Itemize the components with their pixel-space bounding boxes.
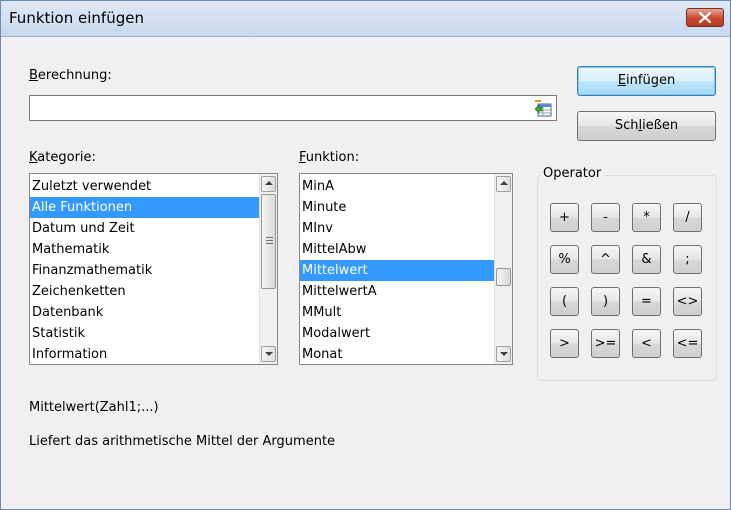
operator-semicolon-button[interactable]: ; [673,245,702,274]
operator-equals-button[interactable]: = [632,287,661,316]
title-bar[interactable]: Funktion einfügen [1,1,730,37]
arrow-down-icon [500,352,508,356]
arrow-up-icon [265,181,273,185]
list-item[interactable]: Finanzmathematik [30,260,259,281]
operator-percent-button[interactable]: % [550,245,579,274]
category-scrollbar[interactable] [259,174,277,364]
arrow-up-icon [500,181,508,185]
list-item[interactable]: Zeichenketten [30,281,259,302]
scroll-thumb[interactable] [261,194,276,289]
scroll-down-button[interactable] [261,346,276,362]
list-item[interactable]: Monat [300,344,494,364]
dialog-title: Funktion einfügen [9,9,144,27]
list-item[interactable]: Mittelwert [300,260,494,281]
operator-plus-button[interactable]: + [550,203,579,232]
category-label: Kategorie: [29,150,96,165]
list-item[interactable]: MinA [300,176,494,197]
operator-divide-button[interactable]: / [673,203,702,232]
dialog-body: Berechnung: Einfügen Schließen Kategorie… [1,37,730,509]
scroll-up-button[interactable] [261,176,276,192]
list-item[interactable]: Information [30,344,259,364]
operator-not-equal-button[interactable]: <> [673,287,702,316]
list-item[interactable]: Modalwert [300,323,494,344]
list-item[interactable]: Datenbank [30,302,259,323]
operator-multiply-button[interactable]: * [632,203,661,232]
calculation-input[interactable] [29,95,557,121]
list-item[interactable]: Alle Funktionen [30,197,259,218]
list-item[interactable]: Mathematik [30,239,259,260]
operator-power-button[interactable]: ^ [591,245,620,274]
list-item[interactable]: Datum und Zeit [30,218,259,239]
operator-concat-button[interactable]: & [632,245,661,274]
function-syntax: Mittelwert(Zahl1;...) [29,400,159,415]
insert-function-dialog: Funktion einfügen Berechnung: Einfügen S… [0,0,731,510]
scroll-thumb[interactable] [496,268,511,286]
arrow-down-icon [265,352,273,356]
calculation-label: Berechnung: [29,68,112,83]
operator-close-paren-button[interactable]: ) [591,287,620,316]
function-label: Funktion: [299,150,360,165]
operator-minus-button[interactable]: - [591,203,620,232]
operator-greater-equal-button[interactable]: >= [591,329,620,358]
function-description: Liefert das arithmetische Mittel der Arg… [29,434,336,449]
list-item[interactable]: Statistik [30,323,259,344]
operator-open-paren-button[interactable]: ( [550,287,579,316]
operator-less-button[interactable]: < [632,329,661,358]
operator-label: Operator [541,166,604,181]
close-icon [699,12,711,23]
function-listbox[interactable]: MinA Minute MInv MittelAbw Mittelwert Mi… [299,173,513,365]
list-item[interactable]: MittelAbw [300,239,494,260]
list-item[interactable]: Minute [300,197,494,218]
insert-button[interactable]: Einfügen [577,66,716,96]
category-listbox[interactable]: Zuletzt verwendet Alle Funktionen Datum … [29,173,278,365]
operator-greater-button[interactable]: > [550,329,579,358]
formula-field-icon[interactable] [534,100,552,117]
close-button[interactable] [686,8,724,27]
list-item[interactable]: MMult [300,302,494,323]
function-scrollbar[interactable] [494,174,512,364]
operator-less-equal-button[interactable]: <= [673,329,702,358]
scroll-down-button[interactable] [496,346,511,362]
list-item[interactable]: Zuletzt verwendet [30,176,259,197]
close-dialog-button[interactable]: Schließen [577,111,716,141]
scroll-up-button[interactable] [496,176,511,192]
list-item[interactable]: MittelwertA [300,281,494,302]
list-item[interactable]: MInv [300,218,494,239]
